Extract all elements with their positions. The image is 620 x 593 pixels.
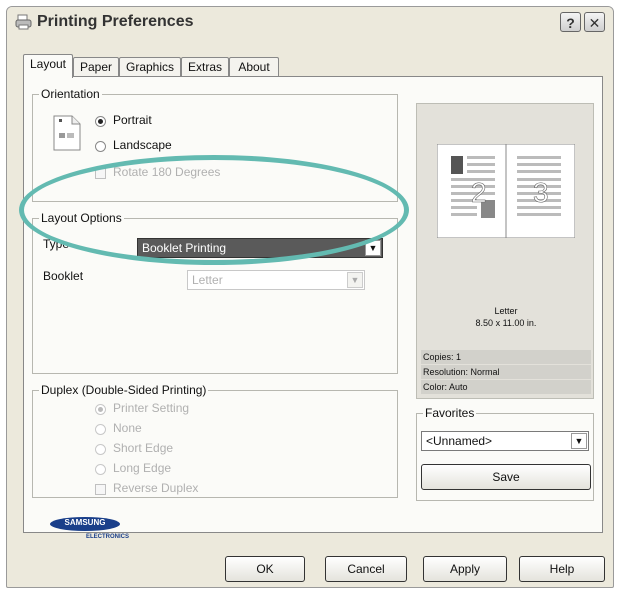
title-bar: Printing Preferences ? ✕	[7, 7, 613, 37]
preview-page-number-left: 2	[471, 177, 487, 208]
chevron-down-icon[interactable]: ▼	[365, 240, 381, 256]
rotate-180-checkbox[interactable]	[95, 168, 106, 179]
booklet-preview-image: 2 3	[437, 144, 575, 238]
paper-name: Letter	[494, 306, 518, 316]
tab-about[interactable]: About	[229, 57, 279, 77]
long-edge-label: Long Edge	[113, 461, 172, 475]
long-edge-radio[interactable]	[95, 464, 106, 475]
title-help-button[interactable]: ?	[560, 12, 581, 32]
reverse-duplex-label: Reverse Duplex	[113, 481, 199, 495]
copies-info: Copies: 1	[421, 350, 591, 364]
samsung-logo-text: SAMSUNG	[64, 518, 106, 527]
type-label: Type	[43, 237, 70, 251]
tab-extras[interactable]: Extras	[181, 57, 229, 77]
preview-panel: 2 3 Letter 8.50 x 11.00 in. Copies: 1 Re…	[416, 103, 594, 399]
landscape-label: Landscape	[113, 138, 172, 152]
layout-options-group: Layout Options Type Booklet Printing ▼ B…	[32, 211, 398, 374]
samsung-logo: SAMSUNG	[50, 517, 120, 531]
none-label: None	[113, 421, 142, 435]
tab-layout[interactable]: Layout	[23, 54, 73, 78]
chevron-down-icon[interactable]: ▼	[347, 272, 363, 288]
type-dropdown[interactable]: Booklet Printing ▼	[137, 238, 383, 258]
favorites-value: <Unnamed>	[426, 434, 493, 448]
favorites-group: Favorites <Unnamed> ▼ Save	[416, 406, 594, 501]
rotate-180-label: Rotate 180 Degrees	[113, 165, 221, 179]
color-info: Color: Auto	[421, 380, 591, 394]
ok-button[interactable]: OK	[225, 556, 305, 582]
samsung-logo-subtext: ELECTRONICS	[86, 534, 130, 540]
short-edge-label: Short Edge	[113, 441, 174, 455]
cancel-button[interactable]: Cancel	[325, 556, 407, 582]
portrait-label: Portrait	[113, 113, 152, 127]
printer-setting-label: Printer Setting	[113, 401, 190, 415]
portrait-radio[interactable]	[95, 116, 106, 127]
printing-preferences-window: Printing Preferences ? ✕ Layout Paper Gr…	[6, 6, 614, 588]
portrait-page-icon	[53, 115, 81, 151]
tab-paper[interactable]: Paper	[73, 57, 119, 77]
preview-page-number-right: 3	[533, 177, 549, 208]
save-button[interactable]: Save	[421, 464, 591, 490]
close-icon[interactable]: ✕	[584, 12, 605, 32]
booklet-dropdown[interactable]: Letter ▼	[187, 270, 365, 290]
apply-button[interactable]: Apply	[423, 556, 507, 582]
duplex-group: Duplex (Double-Sided Printing) Printer S…	[32, 383, 398, 498]
none-radio[interactable]	[95, 424, 106, 435]
paper-size: 8.50 x 11.00 in.	[475, 318, 537, 328]
window-title: Printing Preferences	[37, 13, 194, 30]
booklet-label: Booklet	[43, 269, 84, 283]
favorites-legend: Favorites	[423, 406, 477, 420]
type-value: Booklet Printing	[142, 241, 227, 255]
layout-tab-panel: Orientation Portrait Landscape Rotate 18…	[23, 76, 603, 540]
duplex-legend: Duplex (Double-Sided Printing)	[39, 383, 209, 397]
landscape-radio[interactable]	[95, 141, 106, 152]
resolution-info: Resolution: Normal	[421, 365, 591, 379]
orientation-legend: Orientation	[39, 87, 102, 101]
orientation-group: Orientation Portrait Landscape Rotate 18…	[32, 87, 398, 202]
reverse-duplex-checkbox[interactable]	[95, 484, 106, 495]
booklet-value: Letter	[192, 273, 223, 287]
favorites-dropdown[interactable]: <Unnamed> ▼	[421, 431, 589, 451]
layout-options-legend: Layout Options	[39, 211, 124, 225]
printer-icon	[15, 14, 32, 30]
tab-graphics[interactable]: Graphics	[119, 57, 181, 77]
short-edge-radio[interactable]	[95, 444, 106, 455]
help-button[interactable]: Help	[519, 556, 605, 582]
chevron-down-icon[interactable]: ▼	[571, 433, 587, 449]
printer-setting-radio[interactable]	[95, 404, 106, 415]
